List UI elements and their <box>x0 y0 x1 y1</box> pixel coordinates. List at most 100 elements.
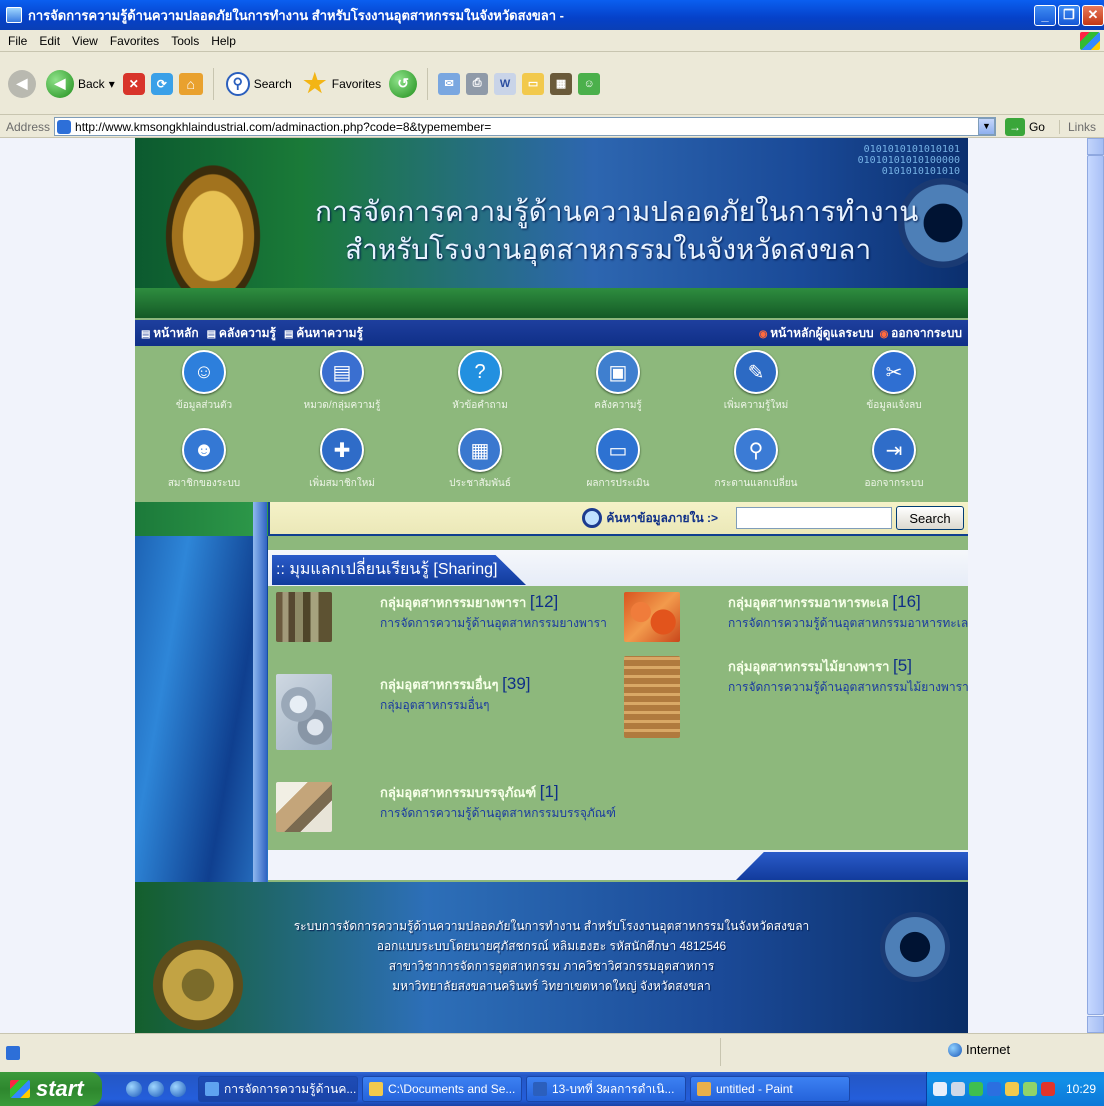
category-desc-link[interactable]: การจัดการความรู้ด้านอุตสาหกรรมอาหารทะเล <box>728 614 968 633</box>
menu-help[interactable]: Help <box>211 34 236 48</box>
binary-text: 0101010101010 <box>881 166 960 177</box>
back-button[interactable]: ◀ Back ▾ <box>44 66 117 102</box>
menu-item-categories[interactable]: ▤ หมวด/กลุ่มความรู้ <box>273 350 411 413</box>
print-button[interactable]: ⎙ <box>466 72 489 95</box>
address-input[interactable]: http://www.kmsongkhlaindustrial.com/admi… <box>54 117 996 136</box>
menu-item-questions[interactable]: ? หัวข้อคำถาม <box>411 350 549 413</box>
menu-item-label: ประชาสัมพันธ์ <box>449 478 511 489</box>
start-button[interactable]: start <box>0 1072 102 1106</box>
menu-item-logout[interactable]: ⇥ ออกจากระบบ <box>825 428 963 491</box>
vertical-scrollbar[interactable] <box>1087 138 1104 1033</box>
scroll-thumb[interactable] <box>1087 155 1104 1015</box>
menu-item-board[interactable]: ⚲ กระดานแลกเปลี่ยน <box>687 428 825 491</box>
messenger-button[interactable]: ☺ <box>578 72 601 95</box>
category-title[interactable]: กลุ่มอุตสาหกรรมอาหารทะเล [16] <box>728 592 921 613</box>
refresh-button[interactable]: ⟳ <box>150 72 173 95</box>
category-desc-link[interactable]: กลุ่มอุตสาหกรรมอื่นๆ <box>380 696 489 715</box>
history-button[interactable]: ↺ <box>389 69 418 98</box>
antivirus-icon[interactable] <box>1041 1082 1055 1096</box>
site-nav: หน้าหลัก คลังความรู้ ค้นหาความรู้ หน้าหล… <box>135 320 968 346</box>
category-title[interactable]: กลุ่มอุตสาหกรรมไม้ยางพารา [5] <box>728 656 912 677</box>
ie-page-icon <box>6 7 22 23</box>
nav-logout-link[interactable]: ออกจากระบบ <box>880 324 962 343</box>
back-disabled-icon: ◀ <box>8 69 36 98</box>
favorites-button[interactable]: ★ Favorites <box>300 66 383 102</box>
category-title-text: กลุ่มอุตสาหกรรมอาหารทะเล <box>728 595 889 610</box>
ie-quicklaunch-icon[interactable] <box>170 1081 186 1097</box>
nav-admin-home-link[interactable]: หน้าหลักผู้ดูแลระบบ <box>759 324 873 343</box>
task-button-ie[interactable]: การจัดการความรู้ด้านค... <box>198 1076 358 1102</box>
nav-search-knowledge-link[interactable]: ค้นหาความรู้ <box>284 324 363 343</box>
category-desc-link[interactable]: การจัดการความรู้ด้านอุตสาหกรรมยางพารา <box>380 614 607 633</box>
network-icon[interactable] <box>951 1082 965 1096</box>
menu-tools[interactable]: Tools <box>171 34 199 48</box>
go-button[interactable]: → Go <box>1004 117 1045 136</box>
ie-icon <box>205 1082 219 1096</box>
scroll-up-button[interactable] <box>1087 138 1104 155</box>
category-count: [5] <box>893 656 912 675</box>
magnifier-icon <box>582 508 603 528</box>
menu-item-label: คลังความรู้ <box>594 400 642 411</box>
menu-item-evaluation[interactable]: ▭ ผลการประเมิน <box>549 428 687 491</box>
menu-item-archive[interactable]: ▣ คลังความรู้ <box>549 350 687 413</box>
menu-favorites[interactable]: Favorites <box>110 34 159 48</box>
group-icon: ☻ <box>182 428 226 472</box>
binary-decoration: 0101010101010101 01010101010100000 01010… <box>858 144 960 177</box>
seafood-thumb <box>624 592 680 642</box>
add-user-icon: ✚ <box>320 428 364 472</box>
menu-item-label: เพิ่มความรู้ใหม่ <box>723 400 789 411</box>
search-label: Search <box>253 76 292 91</box>
close-button[interactable]: ✕ <box>1082 4 1104 26</box>
monitor-icon[interactable] <box>987 1082 1001 1096</box>
ie-quicklaunch-icon[interactable] <box>148 1081 164 1097</box>
menu-item-profile[interactable]: ☺ ข้อมูลส่วนตัว <box>135 350 273 413</box>
stop-button[interactable]: ✕ <box>122 72 145 95</box>
search-button[interactable]: Search <box>896 506 964 530</box>
search-icon: ⚲ <box>225 71 250 96</box>
volume-icon[interactable] <box>1005 1082 1019 1096</box>
menu-item-members[interactable]: ☻ สมาชิกของระบบ <box>135 428 273 491</box>
folder-button[interactable]: ▭ <box>522 72 545 95</box>
windows-logo-icon <box>1080 32 1100 50</box>
mail-button[interactable]: ✉ <box>438 72 461 95</box>
category-title[interactable]: กลุ่มอุตสาหกรรมบรรจุภัณฑ์ [1] <box>380 782 559 803</box>
category-title[interactable]: กลุ่มอุตสาหกรรมอื่นๆ [39] <box>380 674 531 695</box>
task-button-word[interactable]: 13-บทที่ 3ผลการดำเนิ... <box>526 1076 686 1102</box>
menu-file[interactable]: File <box>8 34 27 48</box>
page-icon <box>57 119 72 134</box>
address-dropdown-button[interactable]: ▼ <box>977 118 995 135</box>
security-icon[interactable] <box>969 1082 983 1096</box>
home-button[interactable]: ⌂ <box>178 72 203 95</box>
menu-view[interactable]: View <box>72 34 98 48</box>
menu-item-announcements[interactable]: ▦ ประชาสัมพันธ์ <box>411 428 549 491</box>
menu-edit[interactable]: Edit <box>39 34 60 48</box>
archive-icon: ▣ <box>596 350 640 394</box>
tray-expand-icon[interactable] <box>933 1082 947 1096</box>
edit-word-button[interactable]: W <box>494 72 517 95</box>
search-input[interactable] <box>736 507 892 529</box>
globe-icon <box>948 1042 962 1057</box>
section-title: :: มุมแลกเปลี่ยนเรียนรู้ [Sharing] <box>272 555 526 585</box>
messenger-icon[interactable] <box>1023 1082 1037 1096</box>
task-label: untitled - Paint <box>716 1082 793 1096</box>
menu-item-delete-reports[interactable]: ✂ ข้อมูลแจ้งลบ <box>825 350 963 413</box>
menu-item-label: ข้อมูลแจ้งลบ <box>866 400 922 411</box>
category-desc-link[interactable]: การจัดการความรู้ด้านอุตสาหกรรมบรรจุภัณฑ์ <box>380 804 616 823</box>
search-button[interactable]: ⚲ Search <box>224 66 294 102</box>
scroll-down-button[interactable] <box>1087 1016 1104 1033</box>
menu-item-add-member[interactable]: ✚ เพิ่มสมาชิกใหม่ <box>273 428 411 491</box>
minimize-button[interactable]: _ <box>1034 4 1056 26</box>
category-desc-link[interactable]: การจัดการความรู้ด้านอุตสาหกรรมไม้ยางพารา <box>728 678 969 697</box>
back-dropdown-button[interactable]: ◀ <box>6 66 38 102</box>
ie-quicklaunch-icon[interactable] <box>126 1081 142 1097</box>
nav-knowledge-base-link[interactable]: คลังความรู้ <box>207 324 276 343</box>
links-button[interactable]: Links <box>1058 119 1104 134</box>
category-title[interactable]: กลุ่มอุตสาหกรรมยางพารา [12] <box>380 592 558 613</box>
maximize-button[interactable]: ❐ <box>1058 4 1080 26</box>
category-title-text: กลุ่มอุตสาหกรรมบรรจุภัณฑ์ <box>380 785 537 800</box>
task-button-explorer[interactable]: C:\Documents and Se... <box>362 1076 522 1102</box>
nav-home-link[interactable]: หน้าหลัก <box>141 324 198 343</box>
menu-item-add-knowledge[interactable]: ✎ เพิ่มความรู้ใหม่ <box>687 350 825 413</box>
task-button-paint[interactable]: untitled - Paint <box>690 1076 850 1102</box>
research-button[interactable]: ▦ <box>550 72 573 95</box>
